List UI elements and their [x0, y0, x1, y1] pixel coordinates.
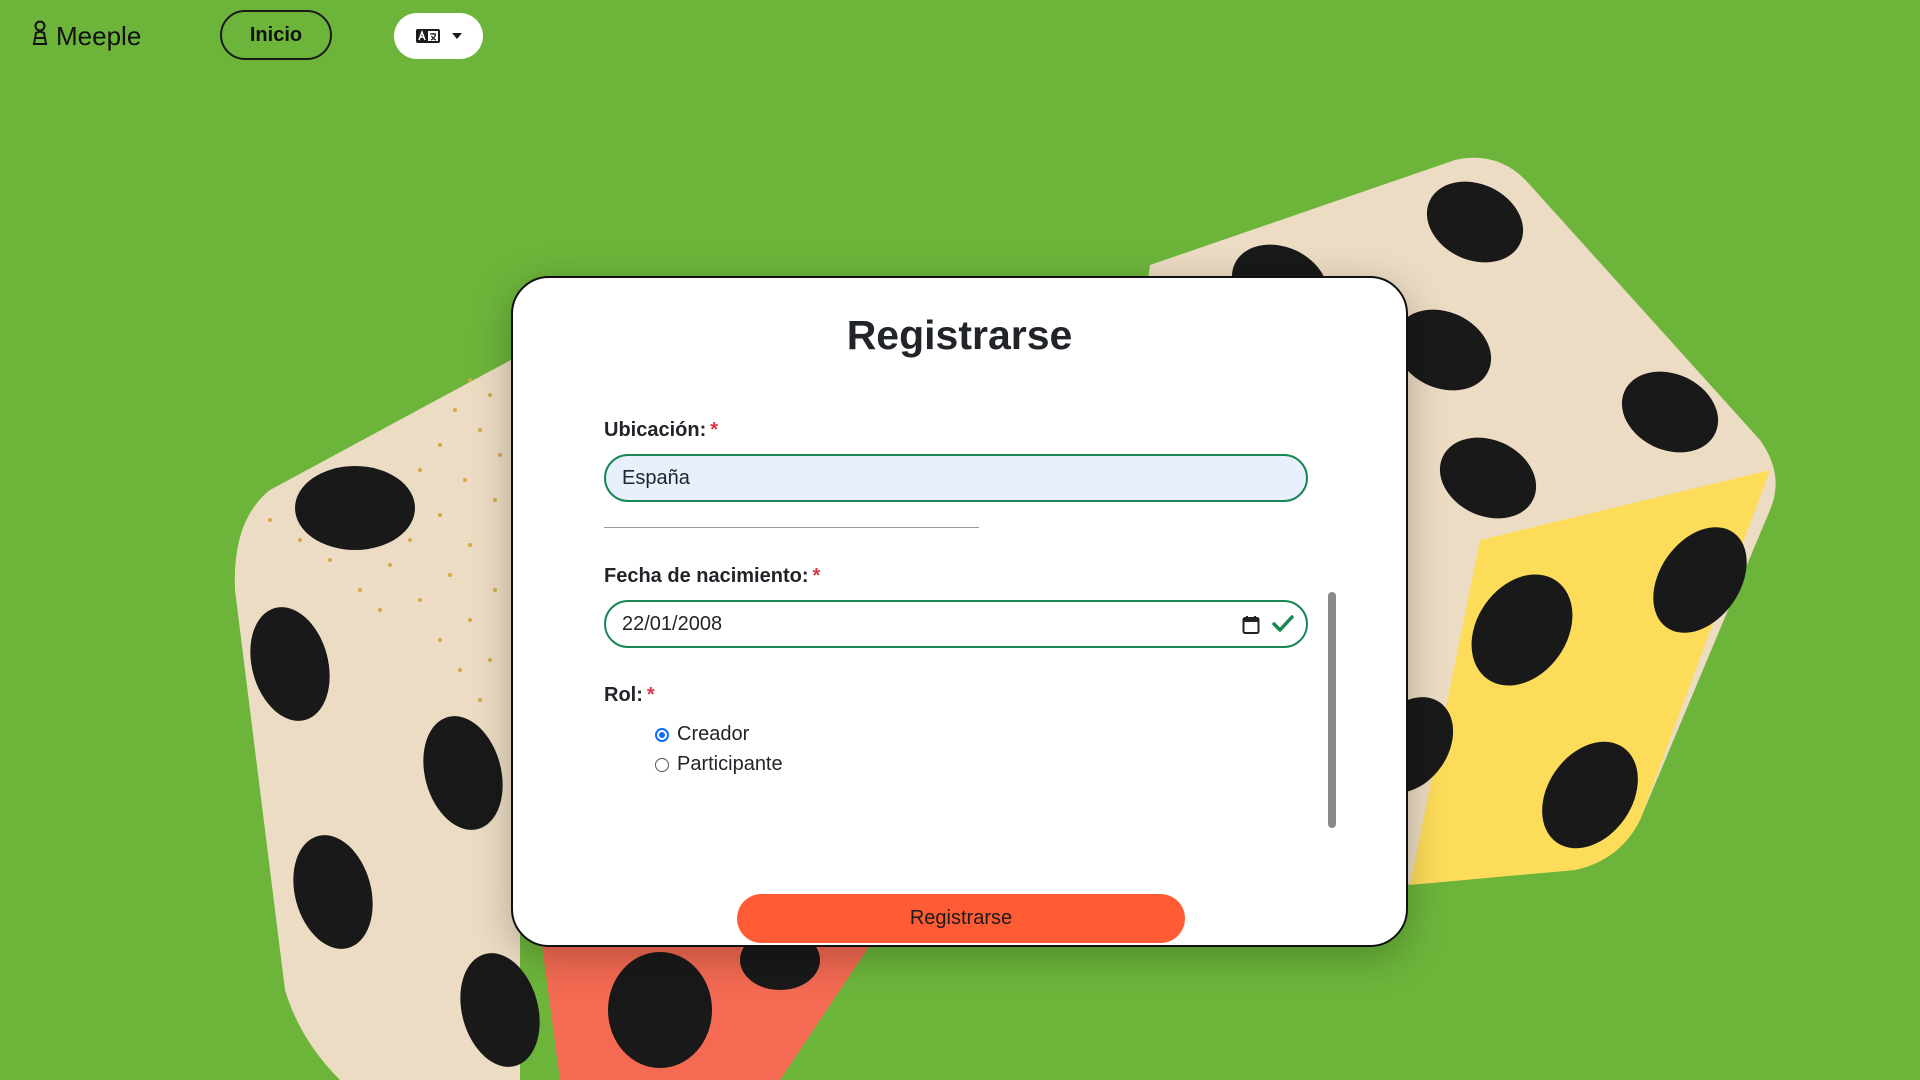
bottom-die: [540, 930, 880, 1080]
chevron-down-icon: [451, 32, 463, 40]
divider: [604, 527, 979, 528]
home-button[interactable]: Inicio: [220, 10, 332, 60]
location-value: España: [622, 466, 690, 489]
register-button[interactable]: Registrarse: [737, 894, 1185, 943]
calendar-icon[interactable]: [1242, 615, 1260, 641]
required-mark: *: [646, 684, 655, 706]
radio-creador[interactable]: [655, 727, 669, 742]
radio-participante[interactable]: [655, 757, 669, 772]
page-title: Registrarse: [846, 312, 1073, 358]
role-option-label: Participante: [677, 753, 783, 775]
translate-icon: [415, 28, 441, 44]
role-option-creador[interactable]: Creador: [655, 723, 749, 746]
location-input[interactable]: España: [604, 454, 1308, 502]
register-card: Registrarse Ubicación: * España Fecha de …: [511, 276, 1408, 947]
birthdate-label: Fecha de nacimiento: *: [604, 565, 821, 587]
brand[interactable]: Meeple: [30, 20, 141, 53]
required-mark: *: [710, 419, 719, 441]
form-scrollbar[interactable]: [1328, 592, 1336, 828]
required-mark: *: [812, 565, 821, 587]
meeple-icon: [30, 20, 50, 53]
valid-check-icon: [1272, 614, 1294, 640]
left-die: [234, 355, 540, 1080]
role-label: Rol: *: [604, 684, 655, 706]
language-dropdown-button[interactable]: [394, 13, 483, 59]
role-option-label: Creador: [677, 723, 750, 745]
birthdate-input[interactable]: 22/01/2008: [604, 600, 1308, 648]
birthdate-value: 22/01/2008: [622, 612, 723, 635]
location-label: Ubicación: *: [604, 419, 719, 441]
role-option-participante[interactable]: Participante: [655, 753, 783, 776]
brand-name: Meeple: [56, 21, 142, 51]
top-navbar: Meeple Inicio: [0, 0, 1920, 74]
